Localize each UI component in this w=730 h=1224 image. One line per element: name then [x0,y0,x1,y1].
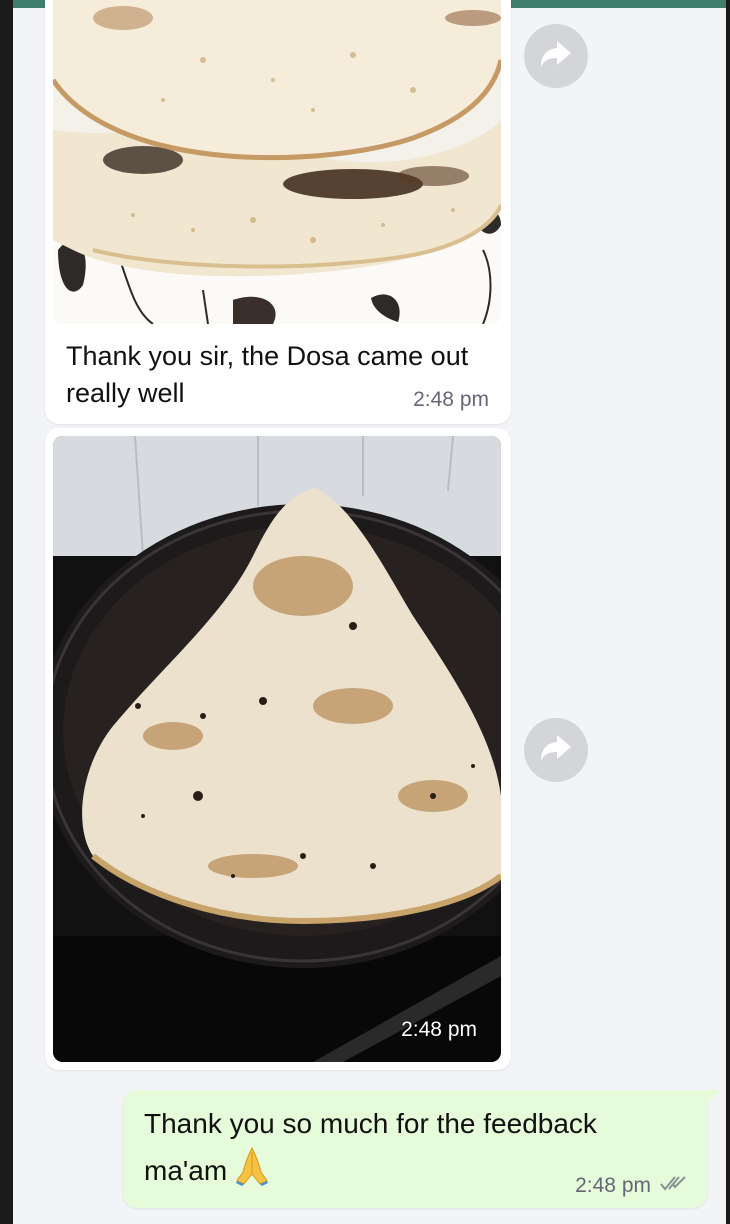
incoming-image-message[interactable]: 2:48 pm [45,428,511,1070]
forward-button[interactable] [524,24,588,88]
outgoing-text-message[interactable]: Thank you so much for the feedback ma'am… [123,1090,721,1208]
incoming-image-message[interactable]: Thank you sir, the Dosa came out really … [45,0,511,424]
folded-hands-emoji [235,1146,269,1199]
message-time: 2:48 pm [413,388,489,411]
chat-area[interactable]: Thank you sir, the Dosa came out really … [13,0,726,1224]
forward-arrow-icon [539,39,573,74]
message-meta: 2:48 pm [575,1174,689,1198]
dosa-plate-photo[interactable] [53,0,501,324]
double-tick-icon [659,1174,689,1198]
forward-button[interactable] [524,718,588,782]
forward-arrow-icon [539,733,573,768]
message-time: 2:48 pm [575,1174,651,1197]
dosa-tawa-photo[interactable]: 2:48 pm [53,436,501,1062]
message-text: Thank you so much for the feedback ma'am [144,1108,597,1186]
message-time: 2:48 pm [401,1018,477,1041]
